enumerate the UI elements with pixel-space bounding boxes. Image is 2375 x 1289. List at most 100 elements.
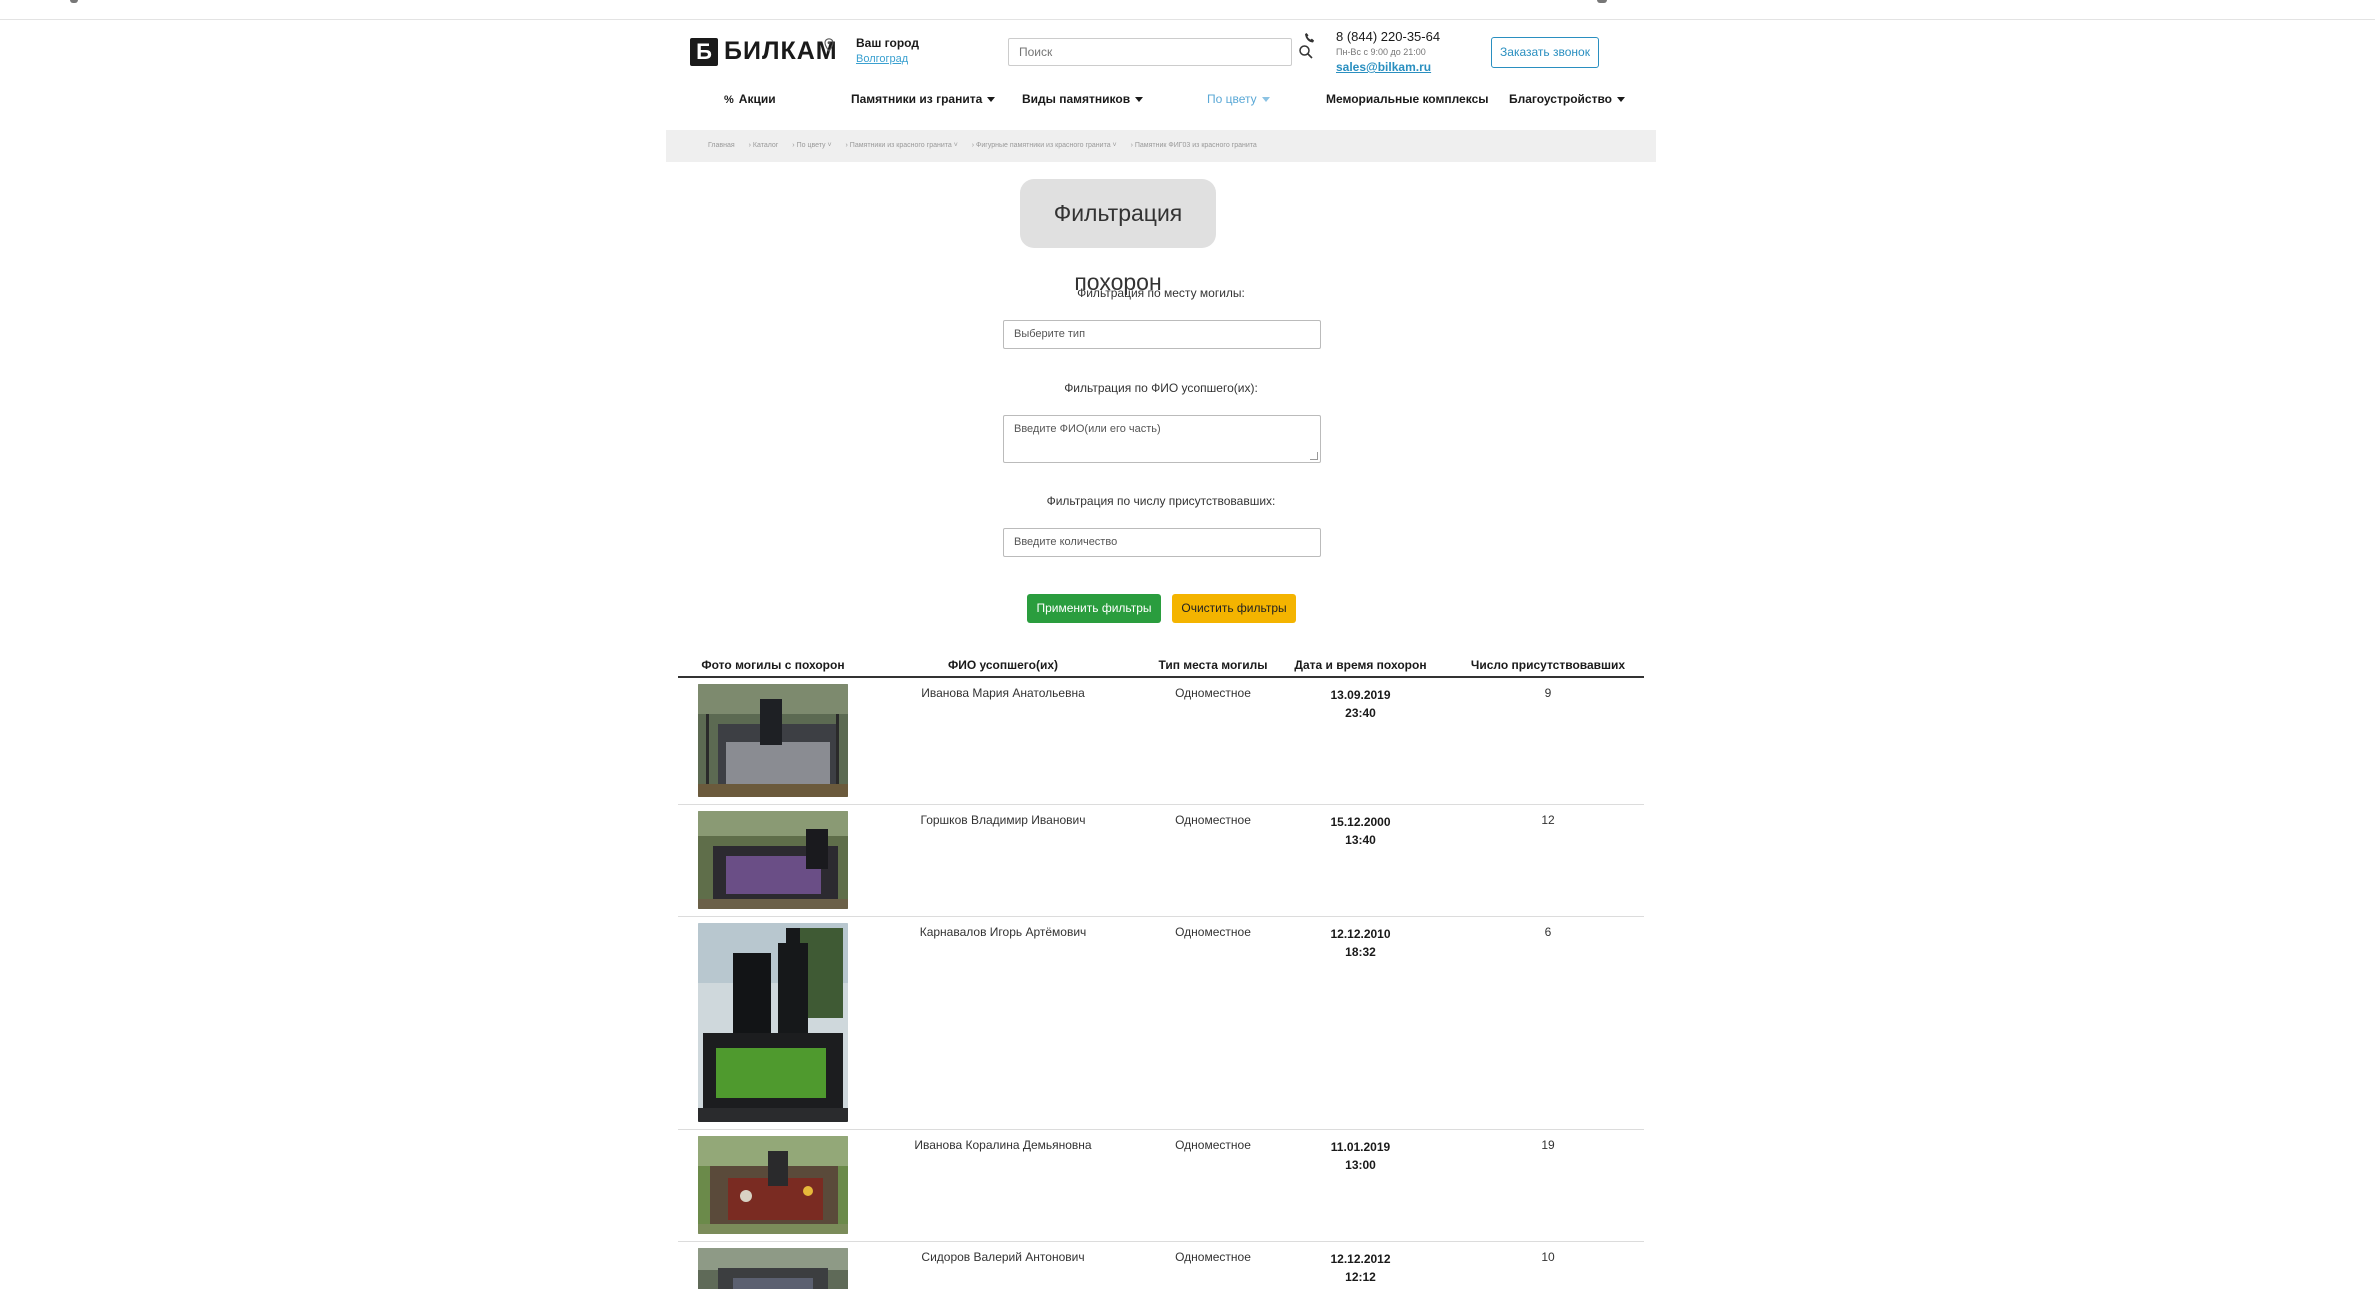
top-strip-mark-left [70,0,78,3]
nav-item-landscaping[interactable]: Благоустройство [1509,92,1625,106]
logo-text: БИЛКАМ [724,37,838,65]
funeral-datetime: 12.12.2010 18:32 [1283,925,1438,961]
breadcrumb-item[interactable]: › По цвету ˅ [792,142,831,149]
funeral-date: 15.12.2000 [1330,815,1391,829]
place-type-select[interactable]: Выберите тип [1003,320,1321,349]
nav-item-label: Мемориальные комплексы [1326,92,1489,106]
table-row: Сидоров Валерий Антонович Одноместное 12… [678,1242,1644,1289]
deceased-name: Сидоров Валерий Антонович [921,1250,1085,1264]
breadcrumb: Главная › Каталог › По цвету ˅ › Памятни… [666,130,1656,162]
nav-item-label: Акции [738,92,776,106]
breadcrumb-item[interactable]: › Каталог [749,142,779,149]
funeral-time: 18:32 [1345,945,1376,959]
nav-item-by-color[interactable]: По цвету [1207,92,1270,106]
funeral-datetime: 13.09.2019 23:40 [1283,686,1438,722]
attendees-count: 10 [1541,1250,1555,1264]
table-row: Иванова Коралина Демьяновна Одноместное … [678,1130,1644,1242]
name-filter-label: Фильтрация по ФИО усопшего(их): [1064,381,1258,395]
funerals-table: Фото могилы с похорон ФИО усопшего(их) Т… [678,650,1644,1289]
deceased-name: Иванова Мария Анатольевна [921,686,1085,700]
grave-photo[interactable] [698,1248,848,1289]
grave-photo[interactable] [698,923,848,1122]
place-type: Одноместное [1175,813,1251,827]
place-type: Одноместное [1175,1250,1251,1264]
deceased-name: Горшков Владимир Иванович [920,813,1086,827]
table-row: Иванова Мария Анатольевна Одноместное 13… [678,678,1644,805]
browser-top-strip [0,0,2375,20]
table-row: Горшков Владимир Иванович Одноместное 15… [678,805,1644,917]
funeral-datetime: 12.12.2012 12:12 [1283,1250,1438,1286]
city-selector[interactable]: Ваш город Волгоград [824,36,919,65]
email-link[interactable]: sales@bilkam.ru [1336,60,1440,74]
search-icon[interactable] [1298,44,1314,60]
place-filter-label: Фильтрация по месту могилы: [1077,286,1245,300]
funeral-time: 23:40 [1345,706,1376,720]
column-header-photo: Фото могилы с похорон [701,658,845,672]
attendees-count: 19 [1541,1138,1555,1152]
table-row: Карнавалов Игорь Артёмович Одноместное 1… [678,917,1644,1130]
breadcrumb-item: › Памятник ФИГ03 из красного гранита [1130,142,1257,149]
top-strip-mark-right [1597,0,1607,3]
attendees-count: 9 [1544,686,1552,700]
deceased-name: Иванова Коралина Демьяновна [914,1138,1092,1152]
funeral-datetime: 11.01.2019 13:00 [1283,1138,1438,1174]
working-hours: Пн-Вс с 9:00 до 21:00 [1336,47,1426,57]
grave-photo[interactable] [698,684,848,797]
nav-item-label: Виды памятников [1022,92,1131,106]
place-type: Одноместное [1175,686,1251,700]
place-type: Одноместное [1175,1138,1251,1152]
caret-down-icon [1135,97,1144,103]
search-bar [1008,38,1313,68]
logo-mark: Б [690,37,718,66]
apply-filters-button[interactable]: Применить фильтры [1027,594,1161,623]
search-input[interactable] [1008,38,1292,66]
map-pin-icon [824,38,834,52]
city-name-link[interactable]: Волгоград [856,53,919,65]
place-type: Одноместное [1175,925,1251,939]
column-header-place: Тип места могилы [1158,658,1268,672]
funeral-time: 12:12 [1345,1270,1376,1284]
clear-filters-button[interactable]: Очистить фильтры [1172,594,1296,623]
funeral-time: 13:00 [1345,1158,1376,1172]
nav-item-memorial-complexes[interactable]: Мемориальные комплексы [1326,92,1489,106]
name-filter-textarea[interactable]: Введите ФИО(или его часть) [1003,415,1321,463]
caret-down-icon [1261,97,1270,103]
funeral-date: 11.01.2019 [1330,1140,1391,1154]
main-nav: % Акции Памятники из гранита Виды памятни… [666,92,1656,116]
caret-down-icon [987,97,996,103]
deceased-name: Карнавалов Игорь Артёмович [919,925,1087,939]
funeral-date: 12.12.2010 [1330,927,1391,941]
attendees-count: 12 [1541,813,1555,827]
breadcrumb-item[interactable]: Главная [708,142,735,149]
breadcrumb-item[interactable]: › Фигурные памятники из красного гранита… [972,142,1117,149]
nav-item-label: Благоустройство [1509,92,1612,106]
funeral-date: 12.12.2012 [1330,1252,1391,1266]
funeral-time: 13:40 [1345,833,1376,847]
percent-icon: % [724,94,734,106]
nav-item-promotions[interactable]: % Акции [724,92,776,106]
nav-item-granite-monuments[interactable]: Памятники из гранита [851,92,996,106]
nav-item-label: По цвету [1207,92,1257,106]
column-header-count: Число присутствовавших [1470,658,1626,672]
attendees-count: 6 [1544,925,1552,939]
caret-down-icon [1617,97,1625,103]
table-header: Фото могилы с похорон ФИО усопшего(их) Т… [678,650,1644,678]
callback-button[interactable]: Заказать звонок [1491,37,1599,68]
funeral-datetime: 15.12.2000 13:40 [1283,813,1438,849]
nav-item-monument-types[interactable]: Виды памятников [1022,92,1144,106]
grave-photo[interactable] [698,1136,848,1234]
phone-icon [1305,33,1315,43]
grave-photo[interactable] [698,811,848,909]
column-header-name: ФИО усопшего(их) [947,658,1059,672]
count-filter-input[interactable]: Введите количество [1003,528,1321,557]
column-header-datetime: Дата и время похорон [1294,658,1427,672]
nav-item-label: Памятники из гранита [851,92,983,106]
breadcrumb-item[interactable]: › Памятники из красного гранита ˅ [846,142,958,149]
site-logo[interactable]: Б БИЛКАМ [690,37,838,66]
count-filter-label: Фильтрация по числу присутствовавших: [1046,494,1276,508]
phone-number[interactable]: 8 (844) 220-35-64 [1336,29,1440,44]
funeral-date: 13.09.2019 [1330,688,1391,702]
page-title: Фильтрация похорон [1020,179,1216,295]
contacts-block: 8 (844) 220-35-64 Пн-Вс с 9:00 до 21:00 … [1305,29,1440,74]
city-label: Ваш город [856,36,919,50]
